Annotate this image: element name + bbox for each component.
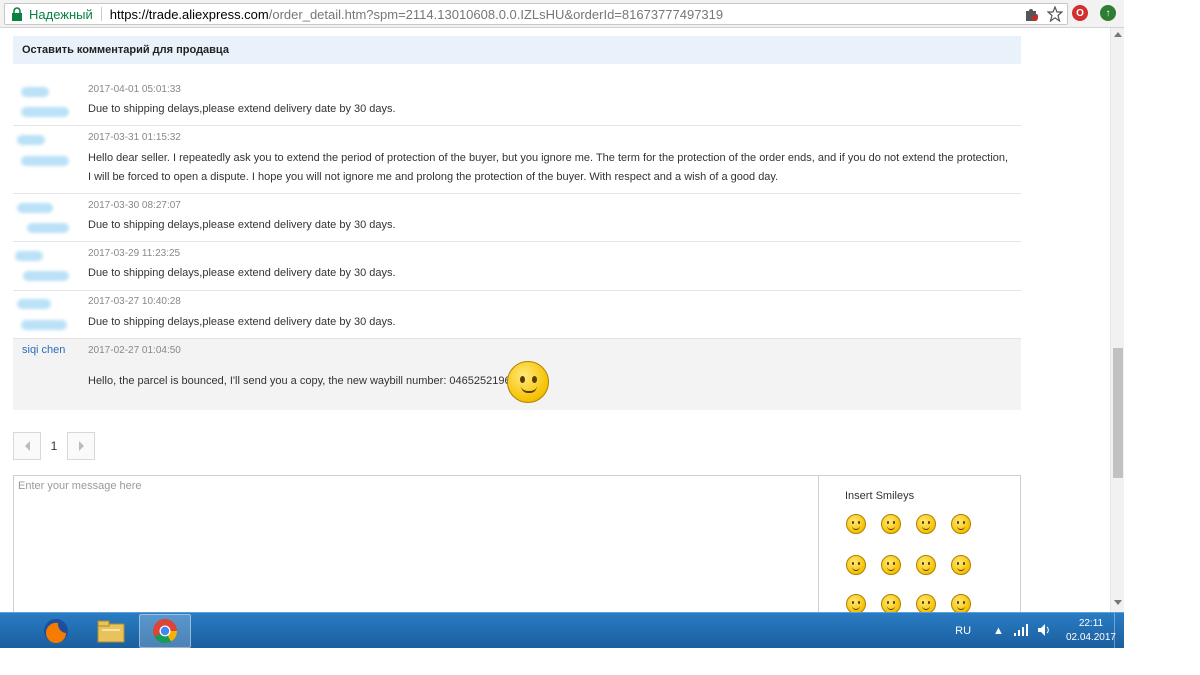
insert-smileys-title: Insert Smileys — [845, 490, 915, 502]
start-button[interactable] — [0, 614, 12, 648]
lock-icon — [11, 7, 23, 21]
message-row: 2017-03-29 11:23:25 Due to shipping dela… — [13, 242, 1021, 291]
message-row: 2017-04-01 05:01:33 Due to shipping dela… — [13, 73, 1021, 126]
smiley-panel: Insert Smileys — [820, 476, 1020, 612]
smiley-emoticon-icon — [507, 361, 549, 403]
update-arrow-icon[interactable]: ↑ — [1100, 5, 1116, 21]
language-indicator[interactable]: RU — [955, 625, 971, 637]
file-explorer-icon[interactable] — [85, 614, 137, 648]
chrome-icon[interactable] — [139, 614, 191, 648]
smiley-laugh-icon[interactable] — [951, 514, 971, 534]
message-text: Due to shipping delays,please extend del… — [88, 316, 396, 328]
comment-section-header: Оставить комментарий для продавца — [13, 36, 1021, 64]
message-time: 2017-04-01 05:01:33 — [88, 84, 181, 95]
page-scrollbar[interactable] — [1110, 28, 1124, 612]
sender-id-blurred — [23, 271, 69, 281]
page-number-current[interactable]: 1 — [41, 432, 67, 460]
seller-name[interactable]: siqi chen — [22, 344, 65, 356]
address-bar[interactable]: Надежный https://trade.aliexpress.com/or… — [4, 3, 1068, 25]
smiley-shout-icon[interactable] — [881, 555, 901, 575]
clock-date: 02.04.2017 — [1065, 632, 1116, 643]
message-text: Due to shipping delays,please extend del… — [88, 267, 396, 279]
windows-taskbar: RU ▲ 22:11 02.04.2017 — [0, 612, 1124, 649]
firefox-icon[interactable] — [30, 614, 82, 648]
message-row-seller: siqi chen 2017-02-27 01:04:50 Hello, the… — [13, 339, 1021, 410]
scroll-up-icon[interactable] — [1114, 32, 1122, 37]
scrollbar-thumb[interactable] — [1113, 348, 1123, 478]
address-separator — [100, 7, 102, 21]
message-text: Hello dear seller. I repeatedly ask you … — [88, 152, 1009, 183]
tray-overflow-icon[interactable]: ▲ — [993, 625, 1004, 637]
sender-name-blurred — [17, 203, 53, 213]
clock[interactable]: 22:11 02.04.2017 — [1066, 617, 1116, 645]
sender-name-blurred — [17, 135, 45, 145]
show-desktop-button[interactable] — [1114, 613, 1124, 649]
scroll-down-icon[interactable] — [1114, 600, 1122, 605]
smiley-blush-icon[interactable] — [951, 555, 971, 575]
smiley-smirk-icon[interactable] — [951, 594, 971, 612]
chevron-right-icon — [78, 441, 84, 451]
smiley-wink-icon[interactable] — [881, 514, 901, 534]
message-time: 2017-03-31 01:15:32 — [88, 132, 181, 143]
smiley-think-icon[interactable] — [846, 594, 866, 612]
message-time: 2017-02-27 01:04:50 — [88, 345, 181, 356]
message-row: 2017-03-31 01:15:32 Hello dear seller. I… — [13, 126, 1021, 194]
sender-name-blurred — [15, 251, 43, 261]
message-row: 2017-03-30 08:27:07 Due to shipping dela… — [13, 194, 1021, 242]
opera-icon[interactable]: O — [1072, 5, 1088, 21]
compose-area: Insert Smileys — [13, 475, 1021, 612]
pagination: 1 — [13, 432, 95, 460]
page-content: Оставить комментарий для продавца 2017-0… — [0, 28, 1110, 612]
message-text: Hello, the parcel is bounced, I'll send … — [88, 375, 517, 387]
smiley-grin-icon[interactable] — [916, 594, 936, 612]
system-tray: RU ▲ 22:11 02.04.2017 — [955, 613, 1116, 649]
message-text: Due to shipping delays,please extend del… — [88, 103, 396, 115]
sender-id-blurred — [21, 107, 69, 117]
sender-name-blurred — [17, 299, 51, 309]
volume-icon[interactable] — [1037, 623, 1052, 639]
network-signal-icon[interactable] — [1013, 623, 1028, 639]
extension-puzzle-icon[interactable] — [1023, 6, 1039, 25]
prev-page-button[interactable] — [13, 432, 41, 460]
message-row: 2017-03-27 10:40:28 Due to shipping dela… — [13, 291, 1021, 339]
message-time: 2017-03-27 10:40:28 — [88, 296, 181, 307]
browser-toolbar: Надежный https://trade.aliexpress.com/or… — [0, 0, 1124, 28]
sender-id-blurred — [27, 223, 69, 233]
message-time: 2017-03-29 11:23:25 — [88, 248, 181, 259]
secure-label: Надежный — [29, 6, 93, 22]
sender-id-blurred — [21, 320, 67, 330]
smiley-sick-icon[interactable] — [846, 555, 866, 575]
url-host: https://trade.aliexpress.com — [109, 6, 269, 22]
message-input[interactable] — [14, 476, 819, 612]
message-text: Due to shipping delays,please extend del… — [88, 219, 396, 231]
smiley-tongue-icon[interactable] — [916, 514, 936, 534]
url-path: /order_detail.htm?spm=2114.13010608.0.0.… — [268, 6, 724, 22]
message-time: 2017-03-30 08:27:07 — [88, 200, 181, 211]
smiley-happy-icon[interactable] — [846, 514, 866, 534]
sender-name-blurred — [21, 87, 49, 97]
sender-id-blurred — [21, 156, 69, 166]
chevron-left-icon — [24, 441, 30, 451]
smiley-clap-icon[interactable] — [881, 594, 901, 612]
smiley-rofl-icon[interactable] — [916, 555, 936, 575]
bookmark-star-icon[interactable] — [1046, 4, 1064, 25]
clock-time: 22:11 — [1078, 618, 1104, 629]
next-page-button[interactable] — [67, 432, 95, 460]
